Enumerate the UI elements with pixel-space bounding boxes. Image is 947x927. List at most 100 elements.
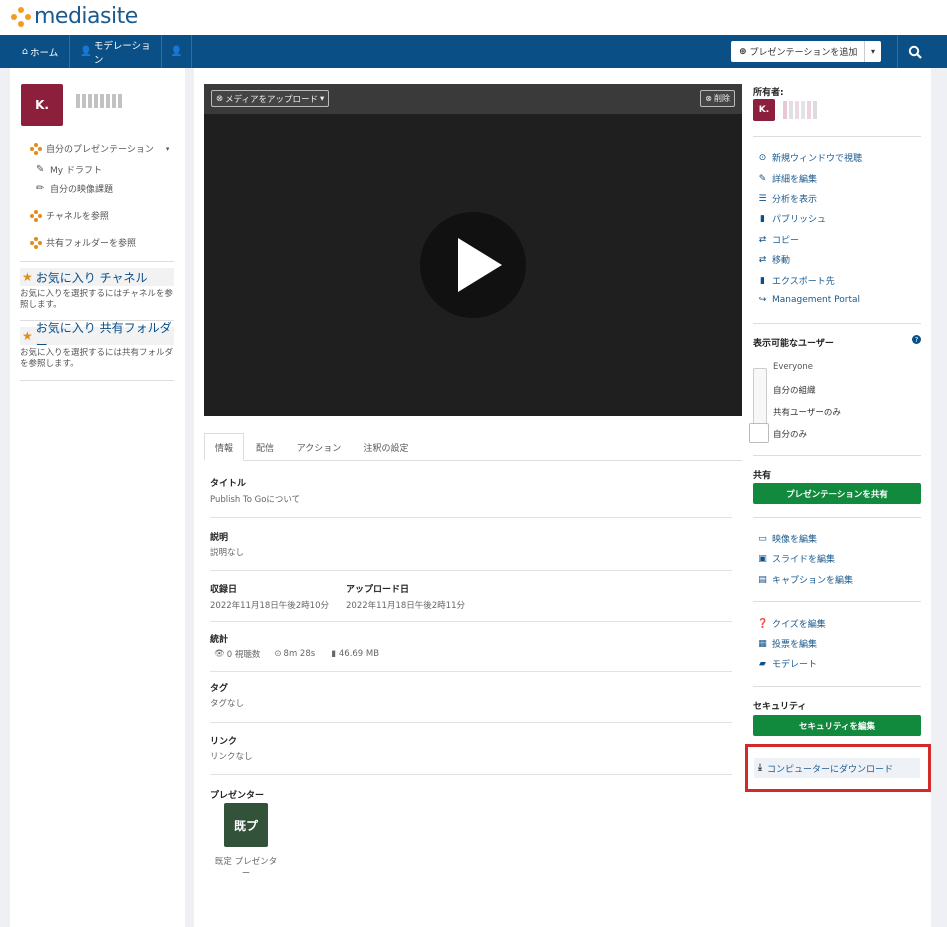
- play-button[interactable]: [420, 212, 526, 318]
- upload-circle-icon: ⊗: [216, 93, 224, 104]
- presenter-label: プレゼンター: [210, 791, 265, 801]
- delete-media-button[interactable]: ⊗ 削除: [700, 90, 735, 107]
- help-icon[interactable]: ?: [912, 335, 921, 344]
- publish-icon: ▮: [760, 213, 765, 224]
- file-icon: ▮: [331, 649, 336, 659]
- action-publish[interactable]: ▮ パブリッシュ: [757, 212, 826, 226]
- links-label: リンク: [210, 737, 238, 747]
- copy-icon: ⇄: [758, 234, 767, 245]
- action-copy[interactable]: ⇄ コピー: [757, 233, 799, 247]
- profile-icon: 👤: [170, 46, 183, 57]
- add-presentation-button[interactable]: ⊕ プレゼンテーションを追加 ▾: [731, 41, 881, 62]
- analytics-icon: ☰: [758, 193, 767, 204]
- star-icon: ★: [22, 270, 33, 284]
- visibility-option-everyone[interactable]: Everyone: [773, 362, 813, 372]
- edit-video-link[interactable]: ▭ 映像を編集: [757, 532, 817, 546]
- edit-captions-link[interactable]: ▤ キャプションを編集: [757, 573, 853, 587]
- gutter-left: [0, 68, 10, 927]
- nav-browse-shared-folders[interactable]: 共有フォルダーを参照: [30, 236, 136, 249]
- visibility-option-only-me[interactable]: 自分のみ: [773, 428, 807, 440]
- edit-quiz-link[interactable]: ❓ クイズを編集: [757, 617, 826, 631]
- download-to-computer-link[interactable]: ⤓ コンピューターにダウンロード: [754, 758, 920, 778]
- owner-label: 所有者:: [753, 88, 784, 98]
- owner-avatar[interactable]: K.: [753, 99, 775, 121]
- edit-poll-link[interactable]: ▦ 投票を編集: [757, 637, 817, 651]
- tab-annotation-settings[interactable]: 注釈の設定: [356, 433, 416, 461]
- search-icon: [908, 45, 922, 59]
- search-button[interactable]: [897, 35, 931, 68]
- chat-icon: ▰: [759, 658, 766, 669]
- pencil-icon: ✏: [36, 183, 45, 194]
- tags-label: タグ: [210, 684, 229, 694]
- visibility-slider-handle[interactable]: [749, 423, 769, 443]
- fav-channels-desc: お気に入りを選択するにはチャネルを参照します。: [20, 289, 173, 310]
- uploaded-date-value: 2022年11月18日午後2時11分: [346, 601, 465, 611]
- export-icon: ▮: [760, 275, 765, 286]
- image-icon: ▣: [758, 553, 767, 564]
- moderate-link[interactable]: ▰ モデレート: [757, 657, 817, 671]
- right-divider: [753, 601, 921, 602]
- caret-down-icon: ▾: [165, 144, 170, 153]
- right-divider: [753, 686, 921, 687]
- right-divider: [753, 455, 921, 456]
- caret-down-icon: ▾: [320, 93, 325, 104]
- uploaded-date-label: アップロード日: [346, 585, 410, 595]
- info-divider: [210, 517, 732, 518]
- action-edit-details[interactable]: ✎ 詳細を編集: [757, 172, 817, 186]
- info-divider: [210, 671, 732, 672]
- edit-square-icon: ✎: [36, 164, 45, 175]
- caption-icon: ▤: [758, 574, 767, 585]
- star-icon: ★: [22, 329, 33, 343]
- right-divider: [753, 136, 921, 137]
- mediasite-logo[interactable]: mediasite: [10, 4, 138, 29]
- play-icon: [458, 238, 502, 292]
- gutter-mid: [185, 68, 194, 927]
- shared-folders-icon: [30, 236, 42, 249]
- edit-icon: ✎: [758, 173, 767, 184]
- nav-home[interactable]: ⌂ ホーム: [12, 35, 70, 68]
- action-export[interactable]: ▮ エクスポート先: [757, 274, 835, 288]
- right-divider: [753, 517, 921, 518]
- nav-my-drafts[interactable]: ✎ My ドラフト: [36, 163, 102, 176]
- tab-actions[interactable]: アクション: [290, 433, 348, 461]
- tab-delivery[interactable]: 配信: [250, 433, 280, 461]
- edit-security-button[interactable]: セキュリティを編集: [753, 715, 921, 736]
- move-icon: ⇄: [758, 254, 767, 265]
- action-management-portal[interactable]: ↪ Management Portal: [757, 295, 860, 305]
- logo-dots-icon: [10, 6, 32, 28]
- nav-my-assignments[interactable]: ✏ 自分の映像課題: [36, 182, 113, 195]
- action-view-analytics[interactable]: ☰ 分析を表示: [757, 192, 817, 206]
- video-player[interactable]: ⊗ メディアをアップロード ▾ ⊗ 削除: [204, 84, 742, 416]
- info-tabs: 情報 配信 アクション 注釈の設定: [204, 433, 742, 461]
- plus-circle-icon: ⊕: [739, 46, 747, 57]
- delete-circle-icon: ⊗: [705, 94, 712, 103]
- fav-channels-title: ★ お気に入り チャネル: [20, 268, 174, 286]
- nav-moderation[interactable]: 👤 モデレーション: [70, 35, 162, 68]
- tab-info[interactable]: 情報: [204, 433, 244, 461]
- visibility-label: 表示可能なユーザー: [753, 339, 834, 349]
- visibility-option-organization[interactable]: 自分の組織: [773, 384, 816, 396]
- play-circle-icon: ⊙: [758, 152, 767, 163]
- action-move[interactable]: ⇄ 移動: [757, 253, 790, 267]
- upload-media-button[interactable]: ⊗ メディアをアップロード ▾: [211, 90, 330, 107]
- stats-label: 統計: [210, 635, 229, 645]
- share-presentation-button[interactable]: プレゼンテーションを共有: [753, 483, 921, 504]
- share-arrow-icon: ↪: [758, 295, 767, 305]
- monitor-icon: ▭: [758, 533, 767, 544]
- add-presentation-dropdown[interactable]: ▾: [865, 47, 881, 56]
- nav-profile[interactable]: 👤: [162, 35, 192, 68]
- nav-browse-channels[interactable]: チャネルを参照: [30, 209, 109, 222]
- main-navbar: ⌂ ホーム 👤 モデレーション 👤 ⊕ プレゼンテーションを追加 ▾: [0, 35, 947, 68]
- eye-icon: 👁: [214, 649, 225, 659]
- info-divider: [210, 722, 732, 723]
- edit-slides-link[interactable]: ▣ スライドを編集: [757, 552, 835, 566]
- visibility-option-shared-users[interactable]: 共有ユーザーのみ: [773, 406, 841, 418]
- nav-my-presentations[interactable]: 自分のプレゼンテーション ▾: [30, 142, 169, 155]
- info-divider: [210, 570, 732, 571]
- fav-folders-title: ★ お気に入り 共有フォルダー: [20, 321, 174, 352]
- user-avatar[interactable]: K.: [21, 84, 63, 126]
- presenter-avatar[interactable]: 既プ: [224, 803, 268, 847]
- presenter-name[interactable]: 既定 プレゼンター: [212, 856, 280, 880]
- home-icon: ⌂: [22, 46, 29, 57]
- action-view-new-window[interactable]: ⊙ 新規ウィンドウで視聴: [757, 151, 862, 165]
